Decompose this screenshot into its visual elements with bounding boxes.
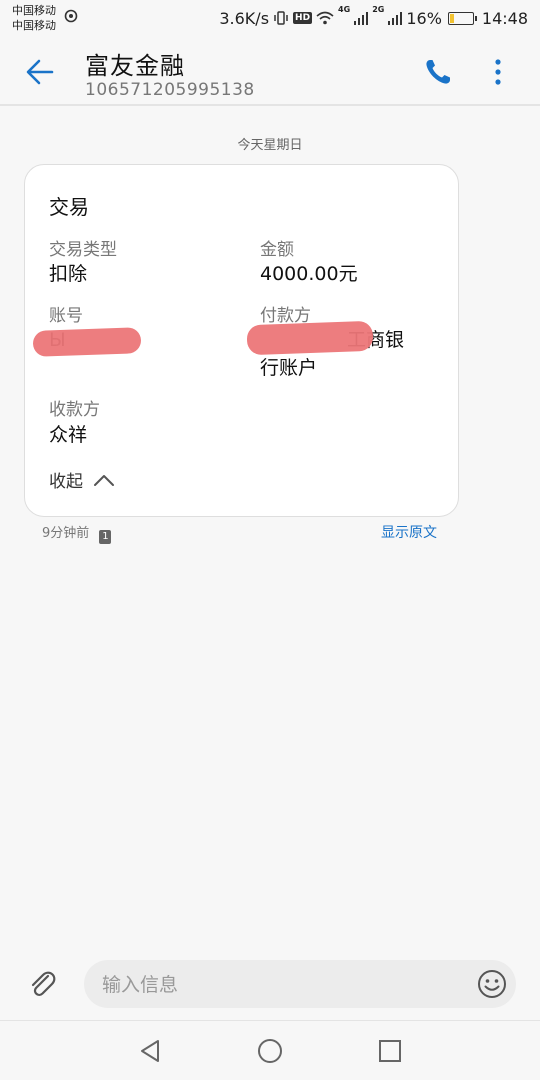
message-time: 9分钟前 (42, 526, 90, 541)
conversation-header: 富友金融 106571205995138 (0, 36, 540, 106)
wifi-icon (316, 11, 334, 25)
transaction-type-label: 交易类型 (49, 240, 117, 260)
back-arrow-icon[interactable] (22, 54, 58, 90)
nav-recents-icon[interactable] (376, 1037, 404, 1065)
message-meta: 9分钟前 1 (42, 522, 112, 544)
emoji-icon[interactable] (476, 968, 508, 1000)
transaction-type-value: 扣除 (49, 263, 88, 285)
carrier-2: 中国移动 (12, 19, 56, 32)
status-bar: 中国移动 中国移动 3.6K/s HD 4G 2G 16% 14:48 (0, 0, 540, 36)
nav-home-icon[interactable] (256, 1037, 284, 1065)
account-redaction (32, 327, 142, 357)
date-separator: 今天星期日 (237, 138, 303, 153)
chevron-up-icon (94, 474, 114, 486)
status-icons: 3.6K/s HD 4G 2G 16% 14:48 (219, 5, 528, 29)
phone-icon[interactable] (422, 56, 454, 88)
system-navigation-bar (0, 1020, 540, 1080)
nav-back-icon[interactable] (136, 1037, 164, 1065)
contact-name: 富友金融 (85, 52, 185, 80)
message-composer (84, 960, 516, 1008)
network-type-2: 2G (372, 5, 385, 14)
account-label: 账号 (49, 306, 83, 326)
sim-card-badge: 1 (99, 530, 112, 544)
amount-label: 金额 (260, 240, 294, 260)
card-title: 交易 (49, 195, 89, 219)
contact-number: 106571205995138 (85, 80, 255, 100)
vibrate-icon (274, 11, 288, 25)
collapse-button[interactable]: 收起 (49, 467, 115, 492)
payer-redaction (246, 320, 374, 356)
message-input[interactable] (102, 972, 462, 998)
battery-percent: 16% (406, 8, 442, 28)
carrier-1: 中国移动 (12, 4, 56, 17)
show-original-link[interactable]: 显示原文 (381, 522, 437, 542)
more-vertical-icon[interactable] (486, 56, 510, 88)
payee-value: 众祥 (49, 424, 88, 446)
amount-value: 4000.00元 (260, 263, 358, 285)
signal-icon-2 (388, 12, 403, 25)
hd-badge: HD (293, 12, 313, 24)
transaction-card: 交易 交易类型 扣除 金额 4000.00元 账号 Ы 付款方 工商银 行账户 … (24, 164, 459, 517)
eye-comfort-icon (64, 9, 78, 23)
paperclip-icon[interactable] (26, 968, 58, 1000)
network-speed: 3.6K/s (219, 8, 270, 28)
clock: 14:48 (481, 8, 528, 28)
carrier-labels: 中国移动 中国移动 (12, 3, 56, 33)
payee-label: 收款方 (49, 400, 100, 420)
payer-value-line2: 行账户 (260, 357, 318, 379)
collapse-label: 收起 (49, 472, 83, 492)
signal-icon-1 (354, 12, 369, 25)
battery-icon (447, 11, 477, 25)
network-type-1: 4G (338, 5, 351, 14)
battery-fill (449, 13, 454, 23)
